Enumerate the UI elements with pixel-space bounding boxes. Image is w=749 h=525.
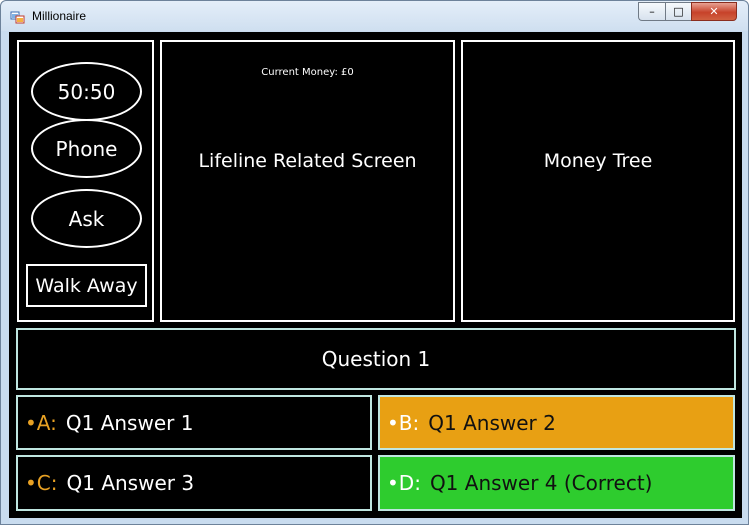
answer-c-button[interactable]: •C: Q1 Answer 3 [16,455,372,511]
answer-text: Q1 Answer 3 [66,471,195,495]
answer-d-button[interactable]: •D: Q1 Answer 4 (Correct) [378,455,735,511]
money-tree-label: Money Tree [543,150,653,172]
lifelines-panel: 50:50 Phone Ask Walk Away [17,40,154,322]
walk-away-button[interactable]: Walk Away [26,264,147,307]
answer-text: Q1 Answer 1 [65,410,194,435]
maximize-button[interactable]: □ [665,2,691,21]
lifeline-screen-panel: Current Money: £0 Lifeline Related Scree… [160,40,455,322]
app-window: Millionaire – □ ✕ 50:50 Phone Ask Walk A… [0,0,749,525]
phone-button[interactable]: Phone [31,119,142,178]
maximize-icon: □ [673,5,684,18]
current-money-label: Current Money: £0 [261,67,354,78]
money-tree-panel: Money Tree [461,40,735,322]
answer-b-button[interactable]: •B: Q1 Answer 2 [378,395,735,450]
answer-letter: •D: [387,471,421,495]
ask-button[interactable]: Ask [31,189,142,248]
fifty-fifty-button[interactable]: 50:50 [31,62,142,121]
answer-letter: •A: [25,410,57,435]
answer-letter: •C: [25,471,58,495]
answer-text: Q1 Answer 2 [428,410,556,435]
minimize-icon: – [649,5,655,18]
game-area: 50:50 Phone Ask Walk Away Current Money:… [9,32,742,518]
answer-letter: •B: [387,410,420,435]
answer-text: Q1 Answer 4 (Correct) [429,471,653,495]
window-title: Millionaire [32,9,87,23]
close-icon: ✕ [709,5,719,18]
minimize-button[interactable]: – [638,2,665,21]
question-box: Question 1 [16,328,736,390]
title-bar[interactable]: Millionaire – □ ✕ [1,1,748,31]
app-icon [10,11,25,24]
answer-a-button[interactable]: •A: Q1 Answer 1 [16,395,372,450]
lifeline-screen-label: Lifeline Related Screen [198,150,417,172]
close-button[interactable]: ✕ [691,2,737,21]
